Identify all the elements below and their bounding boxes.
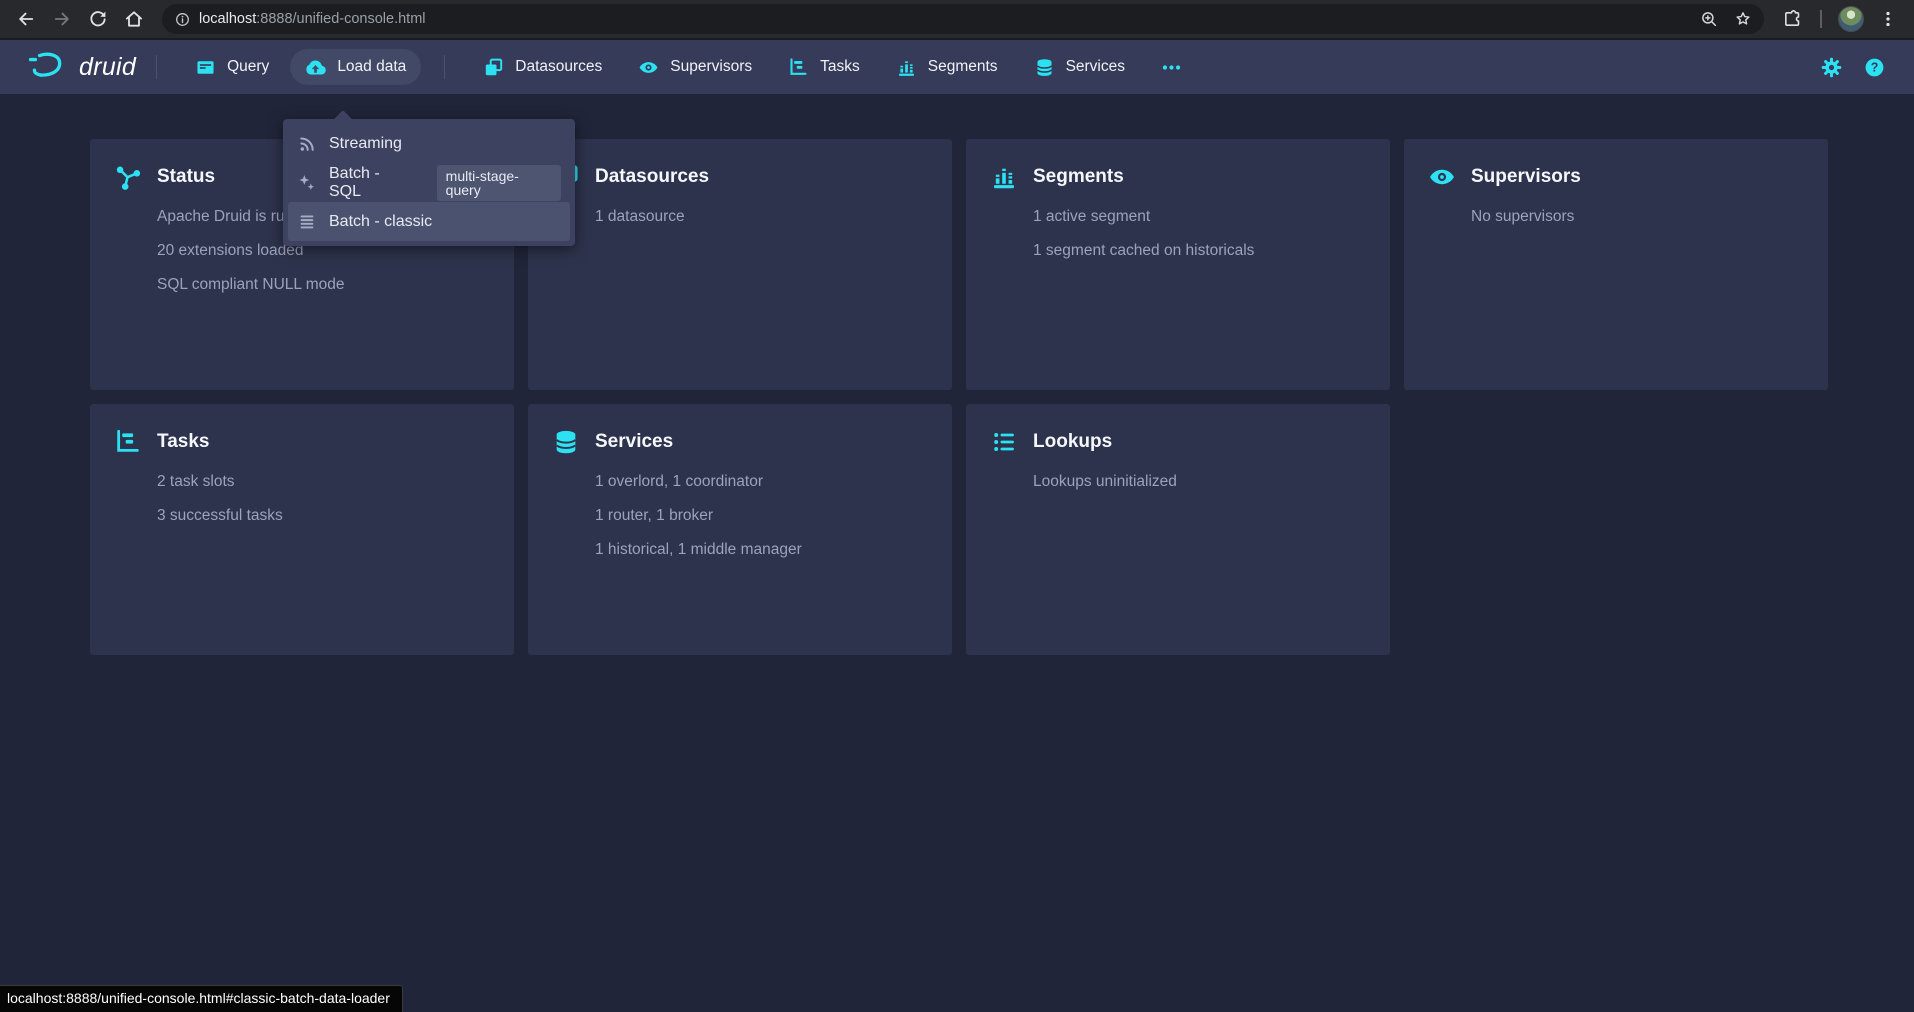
database-icon — [1034, 57, 1055, 78]
menu-item-label: Batch - classic — [329, 213, 432, 231]
druid-navbar: druid Query Load data Datasources Superv… — [0, 40, 1914, 94]
eye-icon — [638, 57, 659, 78]
bar-chart-icon — [990, 163, 1018, 191]
card-line: 1 router, 1 broker — [595, 506, 928, 526]
gantt-icon — [788, 57, 809, 78]
browser-toolbar: localhost:8888/unified-console.html — [0, 0, 1914, 40]
toolbar-divider — [1820, 10, 1822, 28]
druid-logo-icon — [26, 50, 70, 84]
kebab-menu-icon — [1878, 9, 1898, 29]
feed-icon — [297, 134, 317, 154]
gantt-icon — [114, 428, 142, 456]
url-bar[interactable]: localhost:8888/unified-console.html — [162, 4, 1764, 34]
help-icon[interactable] — [1863, 56, 1886, 79]
database-icon — [552, 428, 580, 456]
card-supervisors[interactable]: Supervisors No supervisors — [1404, 139, 1828, 390]
card-line: 1 overlord, 1 coordinator — [595, 472, 928, 492]
card-line: 1 datasource — [595, 207, 928, 227]
reload-icon — [88, 9, 108, 29]
load-data-menu: Streaming Batch - SQL multi-stage-query … — [283, 119, 575, 246]
reload-button[interactable] — [82, 3, 114, 35]
nav-item-services[interactable]: Services — [1019, 49, 1140, 85]
card-title: Segments — [1033, 166, 1124, 188]
back-icon — [16, 9, 36, 29]
sparkles-icon — [297, 173, 317, 193]
bullet-list-icon — [990, 428, 1018, 456]
card-datasources[interactable]: Datasources 1 datasource — [528, 139, 952, 390]
nav-label: Segments — [928, 58, 998, 76]
card-line: Lookups uninitialized — [1033, 472, 1366, 492]
extensions-button[interactable] — [1776, 3, 1808, 35]
forward-icon — [52, 9, 72, 29]
nav-item-load-data[interactable]: Load data — [290, 49, 421, 85]
card-line: 1 active segment — [1033, 207, 1366, 227]
menu-item-label: Streaming — [329, 135, 402, 153]
bookmark-star-icon[interactable] — [1734, 10, 1752, 28]
card-segments[interactable]: Segments 1 active segment 1 segment cach… — [966, 139, 1390, 390]
druid-brand[interactable]: druid — [18, 50, 136, 84]
card-title: Services — [595, 431, 673, 453]
nav-divider — [156, 55, 157, 79]
card-services[interactable]: Services 1 overlord, 1 coordinator 1 rou… — [528, 404, 952, 655]
card-line: SQL compliant NULL mode — [157, 275, 490, 295]
menu-item-streaming[interactable]: Streaming — [288, 124, 570, 163]
bar-chart-icon — [896, 57, 917, 78]
menu-item-label: Batch - SQL — [329, 165, 415, 201]
menu-item-batch-classic[interactable]: Batch - classic — [288, 202, 570, 241]
eye-icon — [1428, 163, 1456, 191]
forward-button[interactable] — [46, 3, 78, 35]
nav-label: Datasources — [515, 58, 602, 76]
card-lookups[interactable]: Lookups Lookups uninitialized — [966, 404, 1390, 655]
nav-label: Tasks — [820, 58, 860, 76]
stacked-lines-icon — [297, 212, 317, 232]
gear-icon[interactable] — [1820, 56, 1843, 79]
card-tasks[interactable]: Tasks 2 task slots 3 successful tasks — [90, 404, 514, 655]
home-icon — [124, 9, 144, 29]
nav-item-segments[interactable]: Segments — [881, 49, 1013, 85]
console-icon — [195, 57, 216, 78]
card-title: Tasks — [157, 431, 209, 453]
nav-label: Supervisors — [670, 58, 752, 76]
back-button[interactable] — [10, 3, 42, 35]
card-line: 2 task slots — [157, 472, 490, 492]
network-nodes-icon — [114, 163, 142, 191]
nav-item-query[interactable]: Query — [180, 49, 284, 85]
card-line: 1 historical, 1 middle manager — [595, 540, 928, 560]
card-title: Supervisors — [1471, 166, 1581, 188]
site-info-icon[interactable] — [174, 11, 191, 28]
menu-item-batch-sql[interactable]: Batch - SQL multi-stage-query — [288, 163, 570, 202]
browser-menu-button[interactable] — [1872, 3, 1904, 35]
url-path: :8888/unified-console.html — [256, 11, 425, 27]
cloud-upload-icon — [305, 57, 326, 78]
card-title: Datasources — [595, 166, 709, 188]
nav-item-supervisors[interactable]: Supervisors — [623, 49, 767, 85]
card-title: Lookups — [1033, 431, 1112, 453]
url-host: localhost — [199, 11, 256, 27]
stacked-squares-icon — [483, 57, 504, 78]
url-text: localhost:8888/unified-console.html — [199, 11, 426, 27]
link-preview-bubble: localhost:8888/unified-console.html#clas… — [0, 985, 403, 1012]
nav-label: Query — [227, 58, 269, 76]
card-title: Status — [157, 166, 215, 188]
card-line: 1 segment cached on historicals — [1033, 241, 1366, 261]
card-line: 3 successful tasks — [157, 506, 490, 526]
nav-label: Services — [1066, 58, 1125, 76]
avatar[interactable] — [1838, 6, 1864, 32]
menu-item-badge: multi-stage-query — [437, 165, 561, 201]
puzzle-icon — [1782, 9, 1802, 29]
nav-label: Load data — [337, 58, 406, 76]
brand-wordmark: druid — [79, 53, 136, 82]
zoom-icon[interactable] — [1700, 10, 1718, 28]
nav-item-more[interactable] — [1146, 49, 1197, 85]
nav-item-tasks[interactable]: Tasks — [773, 49, 875, 85]
nav-item-datasources[interactable]: Datasources — [468, 49, 617, 85]
card-line: No supervisors — [1471, 207, 1804, 227]
nav-divider — [444, 55, 445, 79]
ellipsis-icon — [1161, 57, 1182, 78]
home-button[interactable] — [118, 3, 150, 35]
